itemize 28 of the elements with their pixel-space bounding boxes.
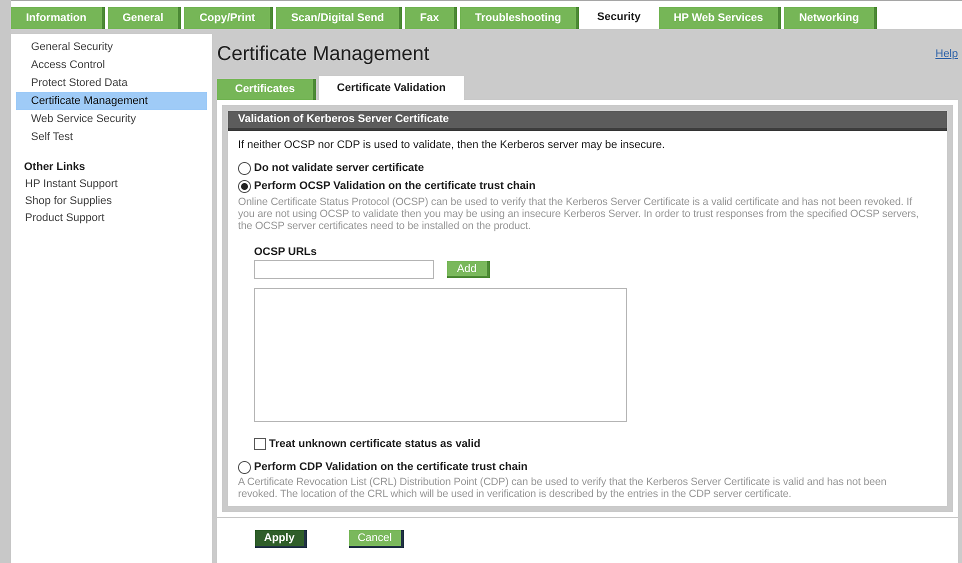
page-title: Certificate Management xyxy=(217,42,430,67)
sub-tab[interactable]: Certificate Validation xyxy=(318,76,464,100)
radio-button[interactable] xyxy=(238,180,251,193)
sidebar-link[interactable]: HP Instant Support xyxy=(11,176,212,192)
checkbox-label: Treat unknown certificate status as valid xyxy=(269,436,481,452)
sidebar-item[interactable]: Certificate Management xyxy=(16,92,207,110)
sidebar-item[interactable]: Web Service Security xyxy=(16,110,207,128)
sidebar-link[interactable]: Product Support xyxy=(11,210,212,226)
radio-label: Perform OCSP Validation on the certificate trust chain xyxy=(254,179,536,194)
option-description: Online Certificate Status Protocol (OCSP) can be used to verify that the Kerberos Server Certificate is a valid certificate and has not been revoked. If you are not using OCSP to validate then you may be using an insecure Kerberos Server. In order to trust responses from the specified OCSP servers, the OCSP server certificates need to be installed on the product. xyxy=(238,196,920,232)
form-button[interactable]: Apply xyxy=(255,530,307,548)
field-label: OCSP URLs xyxy=(254,244,318,260)
panel-header: Validation of Kerberos Server Certificate xyxy=(228,111,947,131)
sidebar-item[interactable]: General Security xyxy=(16,38,207,56)
intro-text: If neither OCSP nor CDP is used to validate, then the Kerberos server may be insecure. xyxy=(238,138,666,153)
sidebar-item[interactable]: Protect Stored Data xyxy=(16,74,207,92)
other-links-heading: Other Links xyxy=(23,160,86,175)
radio-button[interactable] xyxy=(238,460,251,474)
help-link[interactable]: Help xyxy=(935,46,958,62)
checkbox[interactable] xyxy=(254,438,266,450)
sidebar-link[interactable]: Shop for Supplies xyxy=(11,192,212,210)
radio-label: Do not validate server certificate xyxy=(254,161,424,176)
sidebar-item[interactable]: Self Test xyxy=(16,128,207,146)
url-input-field[interactable] xyxy=(254,260,434,279)
option-description: A Certificate Revocation List (CRL) Distribution Point (CDP) can be used to verify that the Kerberos Server Certificate is valid and has not been revoked. The location of the CRL which will be used in verification is described by the entries in the CDP server certificate. xyxy=(238,476,888,500)
radio-label: Perform CDP Validation on the certificate trust chain xyxy=(254,460,528,475)
radio-button[interactable] xyxy=(238,162,251,175)
sidebar-item[interactable]: Access Control xyxy=(16,56,207,74)
